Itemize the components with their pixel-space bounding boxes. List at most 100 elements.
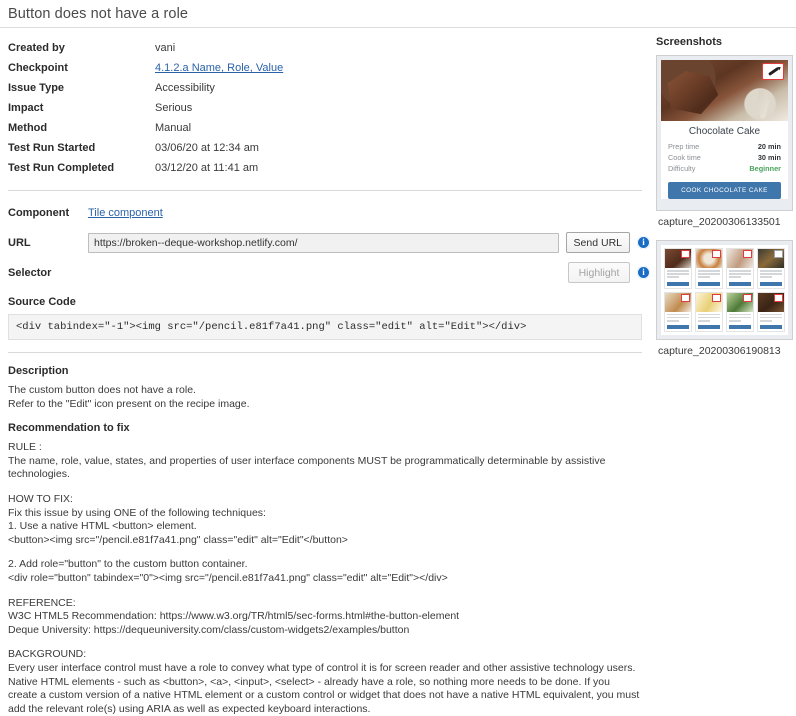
pencil-edit-icon <box>712 293 721 302</box>
mini-line <box>667 316 689 319</box>
screenshots-heading: Screenshots <box>656 36 723 48</box>
mini-line <box>760 316 782 319</box>
selector-row: Selector Highlight i <box>8 262 650 283</box>
send-url-button[interactable]: Send URL <box>565 232 630 253</box>
mini-recipe-image <box>727 249 753 268</box>
mini-line <box>667 270 689 272</box>
meta-label-checkpoint: Checkpoint <box>8 62 68 74</box>
meta-label-issue-type: Issue Type <box>8 82 65 94</box>
list-item: Difficulty Beginner <box>668 163 781 174</box>
pencil-edit-icon <box>774 250 783 258</box>
mini-lines <box>696 312 722 325</box>
meta-value-impact: Serious <box>155 102 193 114</box>
meta-label-impact: Impact <box>8 102 44 114</box>
mini-line <box>729 316 751 319</box>
meta-value-checkpoint: 4.1.2.a Name, Role, Value <box>155 58 283 78</box>
recipe-detail-rows: Prep time 20 min Cook time 30 min Diffic… <box>661 141 788 178</box>
source-code-label: Source Code <box>8 296 76 308</box>
recipe-title: Chocolate Cake <box>688 126 761 137</box>
list-item <box>695 291 723 333</box>
difficulty-value: Beginner <box>749 164 781 173</box>
mini-recipe-image <box>696 292 722 312</box>
meta-value-issue-type: Accessibility <box>155 82 215 94</box>
url-input[interactable] <box>88 232 559 253</box>
list-item <box>726 248 754 289</box>
checkpoint-link[interactable]: 4.1.2.a Name, Role, Value <box>155 62 283 74</box>
list-item: Cook time 30 min <box>668 152 781 163</box>
form-area: Component Tile component URL Send URL i … <box>8 203 650 340</box>
mini-line <box>760 273 782 275</box>
mini-lines <box>727 312 753 325</box>
recommendation-heading: Recommendation to fix <box>8 422 130 435</box>
selector-field: Highlight i <box>88 262 650 283</box>
mini-line <box>698 273 720 275</box>
mini-recipe-image <box>665 249 691 268</box>
mini-line <box>729 270 751 272</box>
title-bar: Button does not have a role <box>0 0 796 28</box>
mini-cta <box>729 281 751 286</box>
info-icon[interactable]: i <box>637 266 650 279</box>
rule-block: RULE : The name, role, value, states, an… <box>8 441 606 481</box>
highlight-button[interactable]: Highlight <box>568 262 630 283</box>
screenshot-thumbnail-1[interactable]: Chocolate Cake Prep time 20 min Cook tim… <box>656 55 793 211</box>
table-row: Created by vani <box>8 38 283 58</box>
mini-line <box>698 276 711 278</box>
meta-value-created-by: vani <box>155 42 176 54</box>
list-item: Prep time 20 min <box>668 141 781 152</box>
url-row: URL Send URL i <box>8 232 650 253</box>
meta-label-test-run-completed: Test Run Completed <box>8 162 115 174</box>
mini-cta <box>667 325 689 330</box>
meta-value-test-run-completed: 03/12/20 at 11:41 am <box>155 162 259 174</box>
source-code-block: <div tabindex="-1"><img src="/pencil.e81… <box>8 314 642 340</box>
mini-lines <box>758 268 784 281</box>
reference-block: REFERENCE: W3C HTML5 Recommendation: htt… <box>8 596 460 636</box>
mini-line <box>667 273 689 275</box>
cake-shape <box>667 70 719 115</box>
mini-cta <box>698 325 720 330</box>
how-to-fix-block: HOW TO FIX: Fix this issue by using ONE … <box>8 492 348 546</box>
pencil-glyph <box>767 67 779 76</box>
divider-metadata <box>8 190 642 191</box>
mini-line <box>760 319 773 322</box>
mini-cta <box>760 281 782 286</box>
recipe-image <box>661 60 788 121</box>
difficulty-label: Difficulty <box>668 164 696 173</box>
component-row: Component Tile component <box>8 203 650 223</box>
mini-lines <box>696 268 722 281</box>
cook-recipe-button[interactable]: COOK CHOCOLATE CAKE <box>668 182 781 199</box>
component-field: Tile component <box>88 207 650 219</box>
mini-line <box>698 319 711 322</box>
list-item <box>664 248 692 289</box>
mini-line <box>698 316 720 319</box>
pencil-edit-icon <box>681 293 690 302</box>
info-icon[interactable]: i <box>637 236 650 249</box>
meta-label-method: Method <box>8 122 48 134</box>
screenshot-thumbnail-2[interactable] <box>656 240 793 341</box>
recipe-card-preview: Chocolate Cake Prep time 20 min Cook tim… <box>661 60 788 199</box>
meta-value-method: Manual <box>155 122 192 134</box>
screenshots-panel: Screenshots Chocolate Cake Prep time 20 … <box>650 28 796 369</box>
cook-time-label: Cook time <box>668 153 701 162</box>
mini-recipe-image <box>758 249 784 268</box>
component-label: Component <box>8 207 70 219</box>
table-row: Test Run Completed 03/12/20 at 11:41 am <box>8 158 283 178</box>
mini-cta <box>698 281 720 286</box>
page-content: Created by vani Checkpoint 4.1.2.a Name,… <box>0 28 796 716</box>
mini-recipe-image <box>758 292 784 312</box>
pencil-edit-icon[interactable] <box>762 63 784 80</box>
fork-shape <box>757 89 770 119</box>
table-row: Impact Serious <box>8 98 283 118</box>
mini-line <box>729 276 742 278</box>
screenshot-caption-2: capture_20200306190813 <box>658 345 781 358</box>
background-block: BACKGROUND: Every user interface control… <box>8 648 640 715</box>
component-link[interactable]: Tile component <box>88 207 163 219</box>
mini-lines <box>665 268 691 281</box>
description-heading: Description <box>8 365 69 377</box>
table-row: Checkpoint 4.1.2.a Name, Role, Value <box>8 58 283 78</box>
mini-cta <box>760 325 782 330</box>
mini-line <box>729 273 751 275</box>
mini-lines <box>758 312 784 325</box>
meta-label-created-by: Created by <box>8 42 65 54</box>
